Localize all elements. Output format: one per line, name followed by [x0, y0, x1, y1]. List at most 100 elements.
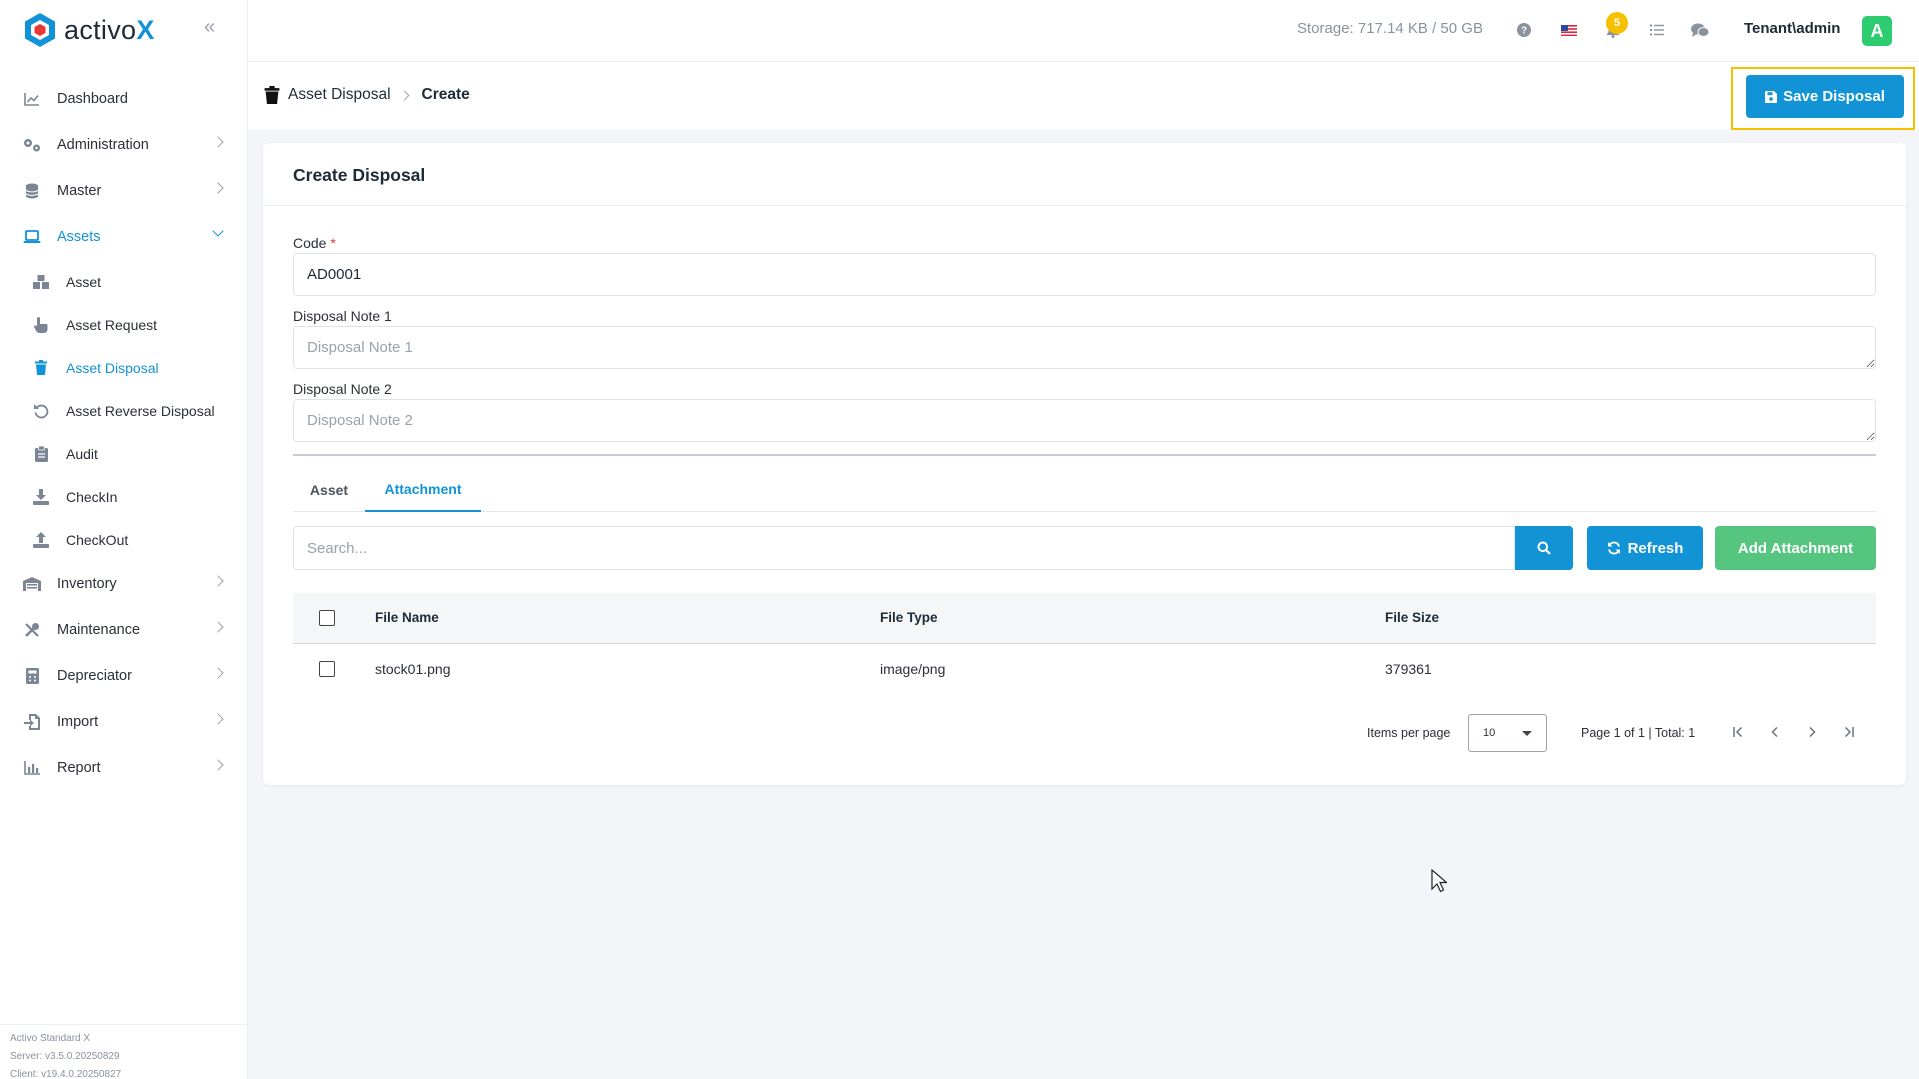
sidebar-item-assets[interactable]: Assets: [0, 214, 248, 260]
storage-usage: Storage: 717.14 KB / 50 GB: [1297, 20, 1483, 37]
sidebar-subitem-asset[interactable]: Asset: [0, 260, 248, 303]
card-divider: [263, 205, 1906, 206]
refresh-icon: [1607, 541, 1620, 555]
file-import-icon: [22, 713, 42, 731]
next-page-button[interactable]: [1800, 720, 1824, 744]
avatar[interactable]: A: [1862, 16, 1892, 46]
page-info: Page 1 of 1 | Total: 1: [1581, 726, 1696, 740]
column-file-type[interactable]: File Type: [880, 610, 938, 625]
version-client: Client: v19.4.0.20250827: [10, 1069, 122, 1079]
cell-file-size: 379361: [1385, 661, 1432, 677]
caret-down-icon: [1522, 731, 1532, 736]
sidebar-subitem-asset-request[interactable]: Asset Request: [0, 303, 248, 346]
note2-label: Disposal Note 2: [293, 381, 392, 397]
chart-bar-icon: [22, 759, 42, 777]
chevron-right-icon: [212, 713, 224, 725]
search-input[interactable]: [293, 526, 1515, 570]
select-all-checkbox[interactable]: [319, 610, 335, 626]
breadcrumb: Asset Disposal Create: [264, 86, 470, 104]
sidebar-item-label: Administration: [57, 137, 149, 153]
code-label: Code *: [293, 235, 336, 251]
first-page-button[interactable]: [1726, 720, 1750, 744]
tab-attachment[interactable]: Attachment: [365, 467, 481, 512]
save-disposal-label: Save Disposal: [1783, 88, 1885, 105]
disposal-note-1-field[interactable]: [293, 326, 1876, 369]
sidebar-item-report[interactable]: Report: [0, 745, 248, 791]
tab-asset[interactable]: Asset: [293, 467, 365, 512]
row-checkbox[interactable]: [319, 661, 335, 677]
chevron-right-icon: [212, 667, 224, 679]
chat-icon[interactable]: [1689, 19, 1711, 41]
chevron-right-icon: [212, 575, 224, 587]
sidebar-item-import[interactable]: Import: [0, 699, 248, 745]
sidebar-item-label: Dashboard: [57, 91, 128, 107]
chevron-left-icon: [1771, 726, 1778, 738]
chevron-right-icon: [212, 759, 224, 771]
sidebar-item-master[interactable]: Master: [0, 168, 248, 214]
sidebar-item-depreciator[interactable]: Depreciator: [0, 653, 248, 699]
version-info: Activo Standard X Server: v3.5.0.2025082…: [0, 1024, 248, 1079]
user-name[interactable]: Tenant\admin: [1744, 20, 1840, 37]
search-button[interactable]: [1515, 526, 1573, 570]
disposal-note-2-field[interactable]: [293, 399, 1876, 442]
sidebar-item-label: Assets: [57, 229, 101, 245]
logo-text: activoX: [64, 14, 155, 45]
breadcrumb-current: Create: [421, 86, 470, 103]
sidebar-item-label: Import: [57, 714, 99, 730]
sidebar-item-dashboard[interactable]: Dashboard: [0, 76, 248, 122]
save-disposal-button[interactable]: Save Disposal: [1746, 75, 1904, 118]
database-icon: [22, 182, 42, 200]
breadcrumb-asset-disposal[interactable]: Asset Disposal: [288, 86, 391, 104]
logo-hexagon-icon: [25, 13, 55, 47]
search-icon: [1537, 541, 1551, 555]
help-icon[interactable]: ?: [1513, 19, 1535, 41]
cell-file-name: stock01.png: [375, 661, 451, 677]
sidebar-subitem-asset-reverse-disposal[interactable]: Asset Reverse Disposal: [0, 389, 248, 432]
refresh-button[interactable]: Refresh: [1587, 526, 1703, 570]
sidebar-item-administration[interactable]: Administration: [0, 122, 248, 168]
task-list-icon[interactable]: [1646, 19, 1668, 41]
collapse-sidebar-icon[interactable]: «: [204, 17, 224, 38]
calculator-icon: [22, 667, 42, 685]
trash-icon: [264, 86, 280, 104]
chevron-right-icon: [212, 136, 224, 148]
column-file-size[interactable]: File Size: [1385, 610, 1439, 625]
sidebar-subitem-asset-disposal[interactable]: Asset Disposal: [0, 346, 248, 389]
floppy-disk-icon: [1765, 90, 1778, 103]
version-product: Activo Standard X: [10, 1033, 91, 1044]
topbar: Storage: 717.14 KB / 50 GB ? 5 Tenant\ad…: [248, 0, 1919, 62]
us-flag-icon[interactable]: [1558, 19, 1580, 41]
chevron-down-icon: [212, 225, 224, 237]
table-row[interactable]: stock01.png image/png 379361: [293, 644, 1876, 695]
last-page-button[interactable]: [1837, 720, 1861, 744]
app-logo[interactable]: activoX: [22, 10, 155, 50]
laptop-icon: [22, 228, 42, 246]
sidebar-item-label: Depreciator: [57, 668, 132, 684]
items-per-page-value: 10: [1483, 727, 1496, 739]
column-file-name[interactable]: File Name: [375, 610, 439, 625]
clipboard-icon: [32, 445, 50, 463]
page-header: Asset Disposal Create Save Disposal: [248, 62, 1919, 130]
sidebar-subitem-audit[interactable]: Audit: [0, 432, 248, 475]
previous-page-button[interactable]: [1763, 720, 1787, 744]
version-server: Server: v3.5.0.20250829: [10, 1051, 120, 1062]
sidebar-item-label: Master: [57, 183, 102, 199]
svg-text:?: ?: [1521, 26, 1527, 37]
sidebar-item-label: Inventory: [57, 576, 117, 592]
boxes-icon: [32, 273, 50, 291]
warehouse-icon: [22, 575, 42, 593]
add-attachment-button[interactable]: Add Attachment: [1715, 526, 1876, 570]
upload-icon: [32, 531, 50, 549]
code-field[interactable]: [293, 253, 1876, 296]
cell-file-type: image/png: [880, 661, 946, 677]
refresh-label: Refresh: [1627, 539, 1684, 557]
card-title: Create Disposal: [293, 165, 426, 185]
sidebar-subitem-label: Asset: [66, 273, 102, 290]
form-divider: [293, 454, 1876, 456]
sidebar-subitem-checkin[interactable]: CheckIn: [0, 475, 248, 518]
sidebar-subitem-checkout[interactable]: CheckOut: [0, 518, 248, 561]
sidebar-item-maintenance[interactable]: Maintenance: [0, 607, 248, 653]
items-per-page-select[interactable]: 10: [1468, 714, 1547, 752]
sidebar-item-inventory[interactable]: Inventory: [0, 561, 248, 607]
items-per-page-label: Items per page: [1367, 726, 1451, 740]
